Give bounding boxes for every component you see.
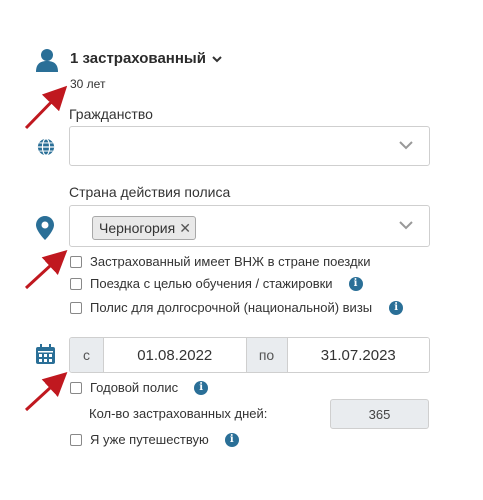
info-icon[interactable]: i bbox=[389, 300, 404, 315]
residence-permit-label: Застрахованный имеет ВНЖ в стране поездк… bbox=[90, 254, 371, 269]
chevron-down-icon bbox=[399, 221, 413, 230]
policy-country-label: Страна действия полиса bbox=[69, 184, 231, 200]
insured-days-label: Кол-во застрахованных дней: bbox=[89, 406, 268, 421]
insured-dropdown[interactable]: 1 застрахованный bbox=[70, 50, 222, 67]
residence-permit-option[interactable]: Застрахованный имеет ВНЖ в стране поездк… bbox=[70, 254, 371, 269]
country-tag-label: Черногория bbox=[99, 220, 176, 236]
insured-days-value: 365 bbox=[330, 399, 429, 429]
calendar-icon bbox=[36, 344, 55, 364]
annual-policy-checkbox[interactable] bbox=[70, 381, 82, 394]
date-to-prefix: по bbox=[245, 338, 288, 372]
info-icon[interactable]: i bbox=[224, 432, 239, 447]
study-trip-checkbox[interactable] bbox=[70, 277, 82, 290]
study-trip-label: Поездка с целью обучения / стажировки bbox=[90, 276, 333, 291]
arrow-residence-permit bbox=[24, 249, 68, 290]
long-term-visa-label: Полис для долгосрочной (национальной) ви… bbox=[90, 300, 373, 315]
arrow-annual-policy bbox=[24, 371, 68, 412]
chevron-down-icon bbox=[212, 55, 222, 62]
citizenship-select[interactable] bbox=[69, 126, 430, 166]
annual-policy-option[interactable]: Годовой полис i bbox=[70, 380, 209, 395]
arrow-age bbox=[24, 85, 68, 130]
citizenship-label: Гражданство bbox=[69, 106, 153, 122]
globe-icon bbox=[37, 138, 55, 156]
person-icon bbox=[36, 49, 58, 72]
long-term-visa-option[interactable]: Полис для долгосрочной (национальной) ви… bbox=[70, 300, 404, 315]
remove-tag-icon[interactable]: ✕ bbox=[179, 221, 191, 235]
chevron-down-icon bbox=[399, 141, 413, 150]
info-icon[interactable]: i bbox=[194, 380, 209, 395]
info-icon[interactable]: i bbox=[348, 276, 363, 291]
policy-country-select[interactable]: Черногория ✕ bbox=[69, 205, 430, 247]
already-traveling-checkbox[interactable] bbox=[70, 433, 82, 446]
map-marker-icon bbox=[36, 216, 54, 240]
long-term-visa-checkbox[interactable] bbox=[70, 301, 82, 314]
study-trip-option[interactable]: Поездка с целью обучения / стажировки i bbox=[70, 276, 363, 291]
date-from-prefix: с bbox=[70, 338, 104, 372]
date-from-input[interactable]: 01.08.2022 bbox=[104, 338, 246, 372]
annual-policy-label: Годовой полис bbox=[90, 380, 179, 395]
country-tag: Черногория ✕ bbox=[92, 216, 196, 240]
residence-permit-checkbox[interactable] bbox=[70, 255, 82, 268]
insured-age: 30 лет bbox=[70, 77, 106, 91]
date-to-input[interactable]: 31.07.2023 bbox=[287, 338, 429, 372]
insured-title: 1 застрахованный bbox=[70, 50, 206, 67]
already-traveling-option[interactable]: Я уже путешествую i bbox=[70, 432, 239, 447]
already-traveling-label: Я уже путешествую bbox=[90, 432, 209, 447]
date-range: с 01.08.2022 по 31.07.2023 bbox=[69, 337, 430, 373]
